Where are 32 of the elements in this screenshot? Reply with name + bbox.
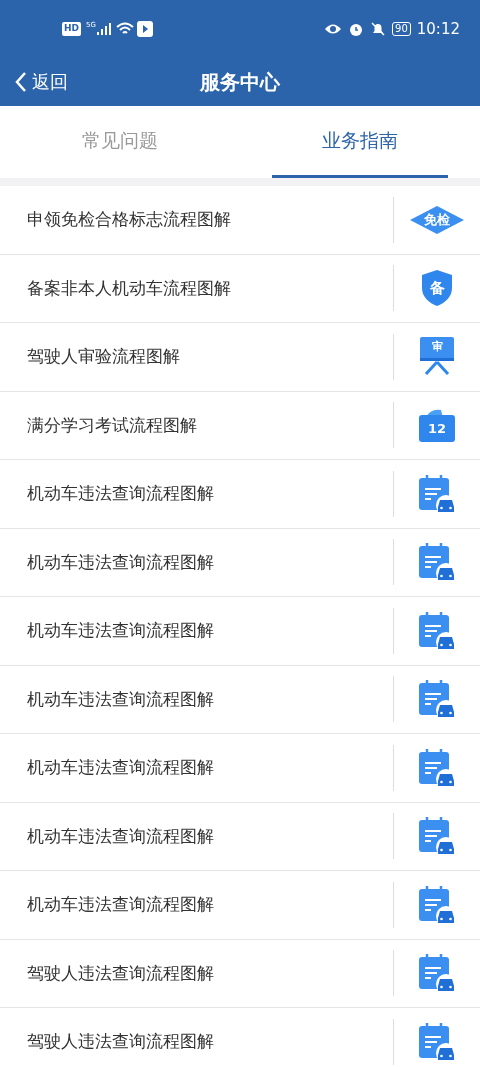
hd-indicator: HD — [62, 22, 81, 36]
guide-list-item[interactable]: 机动车违法查询流程图解 — [0, 665, 480, 734]
document-car-icon — [417, 746, 457, 789]
guide-list-item[interactable]: 备案非本人机动车流程图解 备 — [0, 254, 480, 323]
signal-icon — [96, 23, 111, 35]
alarm-icon — [348, 21, 365, 37]
bell-muted-icon — [370, 21, 387, 37]
battery-indicator: 90 — [392, 22, 411, 36]
guide-list-item[interactable]: 驾驶人违法查询流程图解 — [0, 1008, 480, 1067]
app-notification-icon — [136, 21, 153, 37]
wifi-icon — [115, 22, 134, 36]
guide-list-item[interactable]: 机动车违法查询流程图解 — [0, 802, 480, 871]
clock: 10:12 — [416, 18, 460, 40]
document-car-icon — [417, 1020, 457, 1063]
guide-list-item[interactable]: 驾驶人审验流程图解 审 — [0, 323, 480, 392]
document-car-icon — [417, 609, 457, 652]
document-car-icon — [417, 883, 457, 926]
guide-list-item[interactable]: 申领免检合格标志流程图解 免检 — [0, 186, 480, 255]
eye-icon — [324, 23, 343, 35]
document-car-icon — [417, 472, 457, 515]
guide-list-item[interactable]: 驾驶人违法查询流程图解 — [0, 939, 480, 1008]
guide-list-item[interactable]: 满分学习考试流程图解 12 — [0, 391, 480, 460]
guide-list-item[interactable]: 机动车违法查询流程图解 — [0, 528, 480, 597]
guide-list-item[interactable]: 机动车违法查询流程图解 — [0, 460, 480, 529]
guide-list-item[interactable]: 机动车违法查询流程图解 — [0, 597, 480, 666]
shield-icon: 备 — [420, 269, 454, 308]
back-button[interactable]: 返回 — [14, 68, 68, 95]
guide-list-item[interactable]: 机动车违法查询流程图解 — [0, 871, 480, 940]
page-title: 服务中心 — [200, 69, 280, 96]
back-icon — [14, 70, 28, 93]
guide-list-item[interactable]: 机动车违法查询流程图解 — [0, 734, 480, 803]
badge-icon: 免检 — [409, 204, 465, 235]
